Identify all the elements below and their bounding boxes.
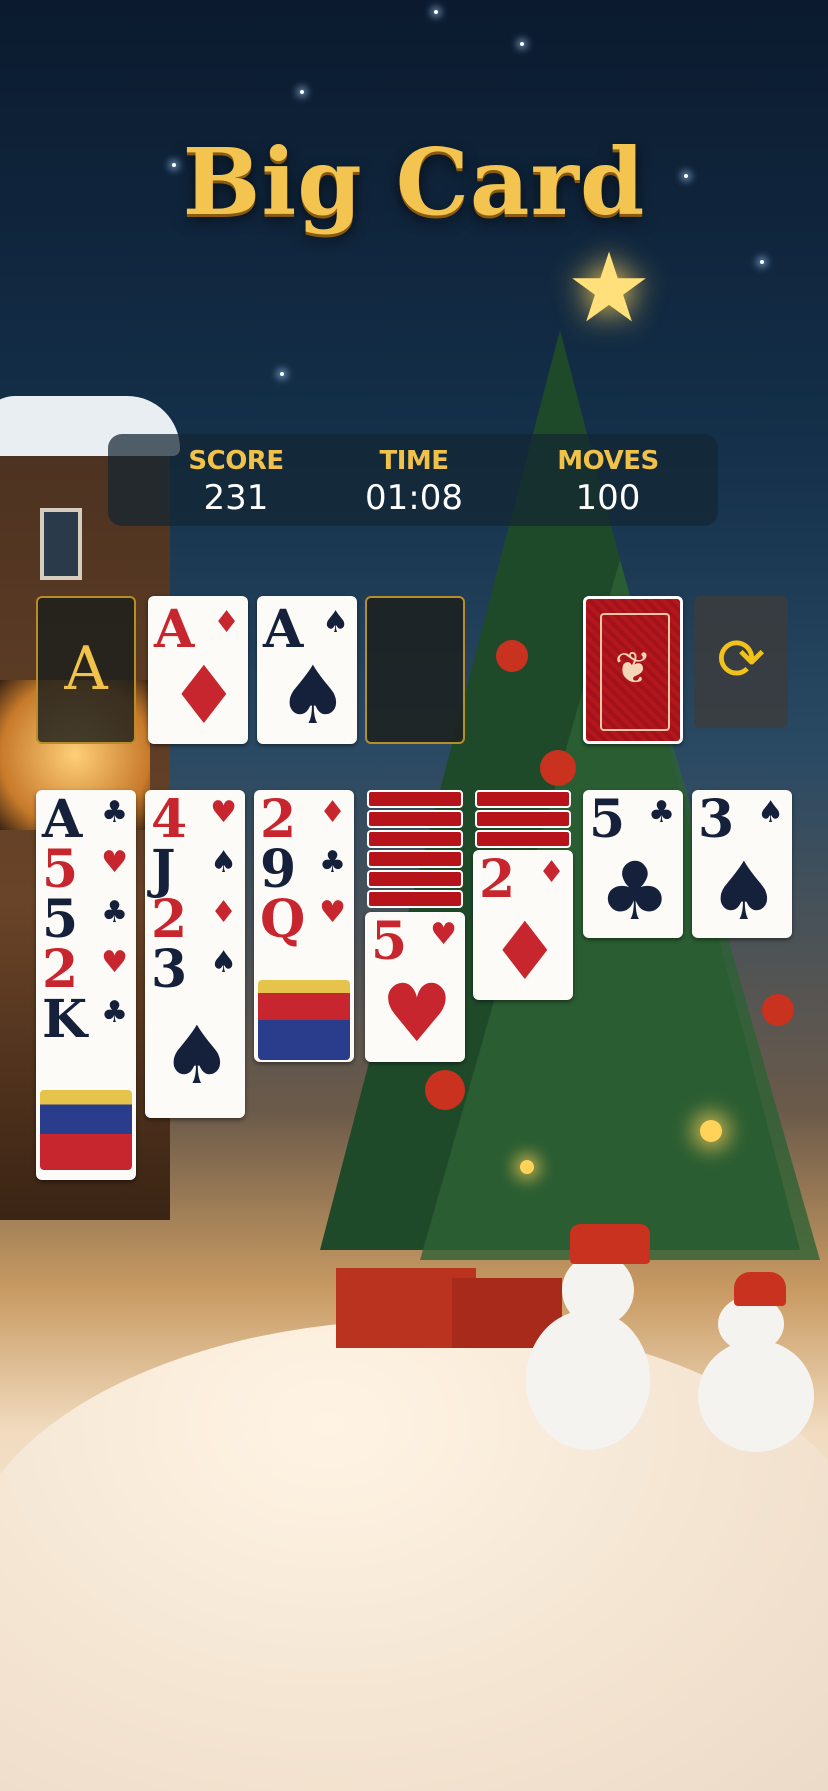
- sky-star: [300, 90, 304, 94]
- heart-icon: ♥: [101, 845, 128, 880]
- tableau-card[interactable]: 5 ♥ ♥: [365, 912, 465, 1062]
- heart-icon: ♥: [101, 945, 128, 980]
- tableau-column-4[interactable]: 5 ♥ ♥: [365, 790, 465, 1062]
- cabin-window: [40, 508, 82, 580]
- spade-icon: ♠: [210, 945, 237, 980]
- spade-icon: ♠: [161, 1009, 233, 1102]
- stats-panel: SCORE 231 TIME 01:08 MOVES 100: [108, 434, 718, 526]
- facedown-card: [367, 850, 463, 868]
- club-icon: ♣: [101, 995, 128, 1030]
- snowman-body: [698, 1340, 814, 1452]
- card-rank: K: [42, 989, 88, 1050]
- club-icon: ♣: [319, 845, 346, 880]
- time-label: TIME: [379, 446, 449, 476]
- sky-star: [280, 372, 284, 376]
- sky-star: [520, 42, 524, 46]
- tree-star-icon: ★: [566, 232, 653, 344]
- spade-icon: ♠: [322, 605, 349, 640]
- diamond-icon: ♦: [210, 895, 237, 930]
- tree-light: [520, 1160, 534, 1174]
- queen-figure-icon: [258, 980, 350, 1060]
- spade-icon: ♠: [277, 649, 349, 742]
- foundation-1[interactable]: A: [36, 596, 136, 744]
- spade-icon: ♠: [757, 795, 784, 830]
- diamond-icon: ♦: [168, 649, 240, 742]
- facedown-card: [367, 810, 463, 828]
- foundation-4[interactable]: [365, 596, 465, 744]
- facedown-card: [367, 790, 463, 808]
- score-stat: SCORE 231: [136, 446, 336, 518]
- tableau-column-6[interactable]: 5 ♣ ♣: [583, 790, 683, 938]
- tableau-column-1[interactable]: A ♣ 5 ♥ 5 ♣ 2 ♥ K ♣: [36, 790, 136, 1180]
- moves-stat: MOVES 100: [508, 446, 708, 518]
- tree-light: [700, 1120, 722, 1142]
- card-rank: 5: [371, 912, 408, 972]
- tableau-column-2[interactable]: 4 ♥ J ♠ 2 ♦ 3 ♠ ♠: [145, 790, 245, 1118]
- ornament: [762, 994, 794, 1026]
- card-rank: 3: [698, 790, 735, 850]
- facedown-card: [367, 870, 463, 888]
- time-stat: TIME 01:08: [314, 446, 514, 518]
- club-icon: ♣: [648, 795, 675, 830]
- card-rank: 5: [589, 790, 626, 850]
- facedown-card: [367, 890, 463, 908]
- score-label: SCORE: [188, 446, 284, 476]
- tableau-column-5[interactable]: 2 ♦ ♦: [473, 790, 573, 1000]
- snowman-hat: [734, 1272, 786, 1306]
- heart-icon: ♥: [381, 967, 453, 1060]
- ornament: [425, 1070, 465, 1110]
- game-title: Big Card: [182, 128, 646, 236]
- card-rank: 2: [479, 850, 516, 910]
- foundation-3[interactable]: A ♠ ♠: [257, 596, 357, 744]
- ornament: [540, 750, 576, 786]
- stock-pile[interactable]: ❦: [583, 596, 683, 744]
- sky-star: [760, 260, 764, 264]
- diamond-icon: ♦: [319, 795, 346, 830]
- tableau-column-7[interactable]: 3 ♠ ♠: [692, 790, 792, 938]
- foundation-2[interactable]: A ♦ ♦: [148, 596, 248, 744]
- spade-icon: ♠: [708, 845, 780, 938]
- score-value: 231: [203, 478, 269, 518]
- king-figure-icon: [40, 1090, 132, 1170]
- diamond-icon: ♦: [538, 855, 565, 890]
- card-rank: 3: [151, 939, 188, 1000]
- moves-value: 100: [575, 478, 641, 518]
- recycle-stock-button[interactable]: ⟳: [694, 596, 788, 728]
- diamond-icon: ♦: [489, 905, 561, 998]
- facedown-card: [367, 830, 463, 848]
- club-icon: ♣: [101, 795, 128, 830]
- sky-star: [434, 10, 438, 14]
- club-icon: ♣: [101, 895, 128, 930]
- facedown-card: [475, 810, 571, 828]
- card-rank: Q: [260, 889, 306, 950]
- snowman-hat: [570, 1224, 650, 1264]
- heart-icon: ♥: [319, 895, 346, 930]
- refresh-icon: ⟳: [716, 625, 766, 693]
- diamond-icon: ♦: [213, 605, 240, 640]
- time-value: 01:08: [365, 478, 463, 518]
- snowman-head: [562, 1254, 634, 1326]
- moves-label: MOVES: [557, 446, 659, 476]
- heart-icon: ♥: [210, 795, 237, 830]
- ornament: [496, 640, 528, 672]
- facedown-card: [475, 830, 571, 848]
- club-icon: ♣: [599, 845, 671, 938]
- snowman-body: [526, 1310, 650, 1450]
- tableau-column-3[interactable]: 2 ♦ 9 ♣ Q ♥: [254, 790, 354, 1062]
- heart-icon: ♥: [430, 917, 457, 952]
- foundation-ace-placeholder: A: [64, 634, 108, 704]
- tableau-card[interactable]: 2 ♦ ♦: [473, 850, 573, 1000]
- spade-icon: ♠: [210, 845, 237, 880]
- card-back-ornament-icon: ❦: [614, 643, 652, 694]
- facedown-card: [475, 790, 571, 808]
